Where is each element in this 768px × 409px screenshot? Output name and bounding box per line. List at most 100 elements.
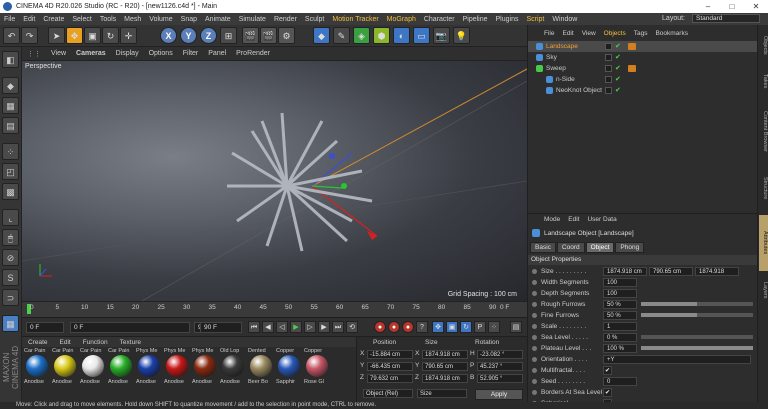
object-menu-file[interactable]: File [540,30,558,37]
tab-coord[interactable]: Coord [556,242,585,253]
rotation-key-button[interactable]: ↻ [460,321,472,333]
floor-button[interactable]: ▭ [413,27,430,44]
render-picture-viewer-button[interactable]: 🎬 [260,27,277,44]
z-axis-button[interactable]: Z [200,27,217,44]
scale-key-button[interactable]: ▣ [446,321,458,333]
property-value[interactable]: 100 [603,278,637,287]
material-swatch[interactable]: Car Pain Anodise [80,348,106,392]
property-value[interactable]: 100 [603,289,637,298]
material-swatch[interactable]: Phys Me Anodise [192,348,218,392]
viewport-menu-view[interactable]: View [46,50,71,57]
parameter-key-button[interactable]: P [474,321,486,333]
property-value[interactable]: 50 % [603,300,637,309]
object-row[interactable]: Landscape ✔ [528,41,758,52]
close-button[interactable]: ✕ [744,0,768,13]
menu-render[interactable]: Render [270,16,301,23]
menu-tools[interactable]: Tools [96,16,120,23]
previous-key-button[interactable]: ◀ [262,321,274,333]
current-frame-field[interactable]: 0 F [70,322,190,333]
size-y-field[interactable]: 790.65 cm [422,362,468,371]
menu-simulate[interactable]: Simulate [235,16,270,23]
property-value-3[interactable]: 1874.918 [695,267,739,276]
camera-button[interactable]: 📷 [433,27,450,44]
x-axis-button[interactable]: X [160,27,177,44]
material-swatch[interactable]: Phys Me Anodise [164,348,190,392]
menu-animate[interactable]: Animate [201,16,235,23]
object-row[interactable]: NeoKnot Object ✔ [528,85,758,96]
animation-dot-icon[interactable] [532,390,537,395]
coordinate-system-button[interactable]: ⊞ [220,27,237,44]
animation-dot-icon[interactable] [532,269,537,274]
attribute-menu-user-data[interactable]: User Data [583,216,620,223]
timeline-window-button[interactable]: ▤ [510,321,522,333]
visibility-toggle[interactable] [605,87,612,94]
axis-mode-button[interactable]: ⌞ [2,209,19,226]
menu-character[interactable]: Character [420,16,459,23]
tab-phong[interactable]: Phong [615,242,645,253]
side-tab-structure[interactable]: Structure [759,165,768,211]
position-y-field[interactable]: -66.435 cm [367,362,413,371]
rotation-h-field[interactable]: -23.082 ° [477,350,523,359]
viewport-menu-options[interactable]: Options [144,50,178,57]
material-swatch[interactable]: Car Pain Anodise [24,348,50,392]
record-active-objects-button[interactable]: ● [374,321,386,333]
property-slider[interactable] [641,335,753,339]
menu-script[interactable]: Script [522,16,548,23]
loop-button[interactable]: ⟲ [346,321,358,333]
apply-button[interactable]: Apply [475,389,523,400]
go-to-start-button[interactable]: ⏮ [248,321,260,333]
viewport-menu-panel[interactable]: Panel [203,50,231,57]
points-mode-button[interactable]: ⁘ [2,143,19,160]
animation-dot-icon[interactable] [532,291,537,296]
point-level-key-button[interactable]: ⁘ [488,321,500,333]
menu-mograph[interactable]: MoGraph [383,16,420,23]
enabled-check-icon[interactable]: ✔ [615,87,621,94]
menu-file[interactable]: File [0,16,19,23]
go-to-end-button[interactable]: ⏭ [332,321,344,333]
material-swatch[interactable]: Dented Beer Bo [248,348,274,392]
snap-button[interactable]: ⊘ [2,249,19,266]
side-tab-takes[interactable]: Takes [759,65,768,97]
menu-mesh[interactable]: Mesh [120,16,145,23]
next-key-button[interactable]: ▶ [318,321,330,333]
animation-dot-icon[interactable] [532,379,537,384]
object-row[interactable]: Sky ✔ [528,52,758,63]
material-tag-icon[interactable] [628,43,636,50]
side-tab-layers[interactable]: Layers [759,275,768,305]
rotation-b-field[interactable]: 52.905 ° [477,374,523,383]
menu-edit[interactable]: Edit [19,16,39,23]
object-menu-view[interactable]: View [578,30,600,37]
object-menu-objects[interactable]: Objects [600,30,630,37]
material-menu-edit[interactable]: Edit [54,339,77,346]
side-tab-objects[interactable]: Objects [759,29,768,61]
enabled-check-icon[interactable]: ✔ [615,65,621,72]
property-checkbox[interactable]: ✔ [603,366,612,375]
polygons-mode-button[interactable]: ▩ [2,183,19,200]
animation-dot-icon[interactable] [532,357,537,362]
property-value[interactable]: 0 [603,377,637,386]
enable-snap-button[interactable]: S [2,269,19,286]
material-swatch[interactable]: Car Pain Anodise [108,348,134,392]
workplane-lock-button[interactable]: ▦ [2,315,19,332]
animation-dot-icon[interactable] [532,324,537,329]
move-tool-button[interactable]: ✥ [66,27,83,44]
play-button[interactable]: ▶ [290,321,302,333]
viewport-menu-prorender[interactable]: ProRender [231,50,275,57]
object-row[interactable]: Sweep ✔ [528,63,758,74]
material-swatch[interactable]: Copper Rose Gl [304,348,330,392]
next-frame-button[interactable]: ▷ [304,321,316,333]
enabled-check-icon[interactable]: ✔ [615,54,621,61]
material-swatch[interactable]: Old Lop Anodise [220,348,246,392]
animation-dot-icon[interactable] [532,335,537,340]
property-value-2[interactable]: 790.65 cm [649,267,693,276]
material-swatch[interactable]: Copper Sapphir [276,348,302,392]
attribute-menu-mode[interactable]: Mode [540,216,564,223]
object-menu-tags[interactable]: Tags [630,30,652,37]
property-value[interactable]: 0 % [603,333,637,342]
y-axis-button[interactable]: Y [180,27,197,44]
rotate-tool-button[interactable]: ↻ [102,27,119,44]
viewport-menu-display[interactable]: Display [111,50,144,57]
menu-select[interactable]: Select [68,16,95,23]
size-x-field[interactable]: 1874.918 cm [422,350,468,359]
cube-object-button[interactable]: ◆ [313,27,330,44]
